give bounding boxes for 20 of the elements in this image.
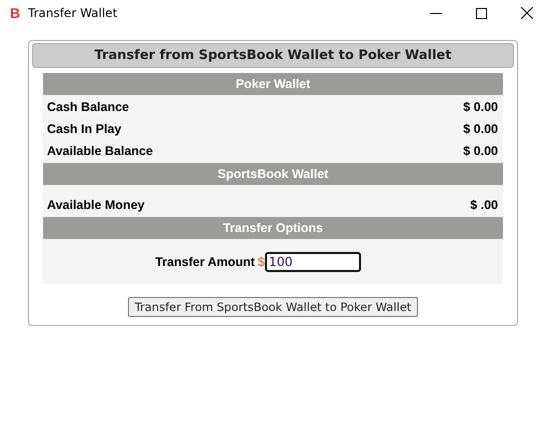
transfer-button[interactable]: Transfer From SportsBook Wallet to Poker Wallet	[128, 297, 418, 317]
section-heading: SportsBook Wallet	[43, 163, 503, 185]
currency-symbol: $	[258, 254, 265, 268]
balance-value: $ 0.00	[463, 121, 498, 138]
balance-value: $ 0.00	[463, 99, 498, 116]
maximize-icon[interactable]	[476, 8, 487, 18]
panel-title: Transfer from SportsBook Wallet to Poker Wallet	[32, 43, 514, 68]
amount-field[interactable]: 100	[264, 252, 361, 272]
balance-label: Available Balance	[47, 143, 153, 160]
amount-label: Transfer Amount	[155, 254, 255, 268]
window-title: Transfer Wallet	[28, 6, 118, 20]
balance-label: Cash In Play	[47, 121, 122, 138]
section-heading: Poker Wallet	[43, 73, 503, 95]
app-logo: B	[8, 5, 22, 21]
balance-label: Available Money	[47, 197, 144, 214]
balance-value: $ 0.00	[463, 143, 498, 160]
section-heading: Transfer Options	[43, 217, 503, 239]
balance-value: $ .00	[470, 197, 498, 214]
close-icon[interactable]	[521, 7, 533, 19]
balance-label: Cash Balance	[47, 99, 129, 116]
